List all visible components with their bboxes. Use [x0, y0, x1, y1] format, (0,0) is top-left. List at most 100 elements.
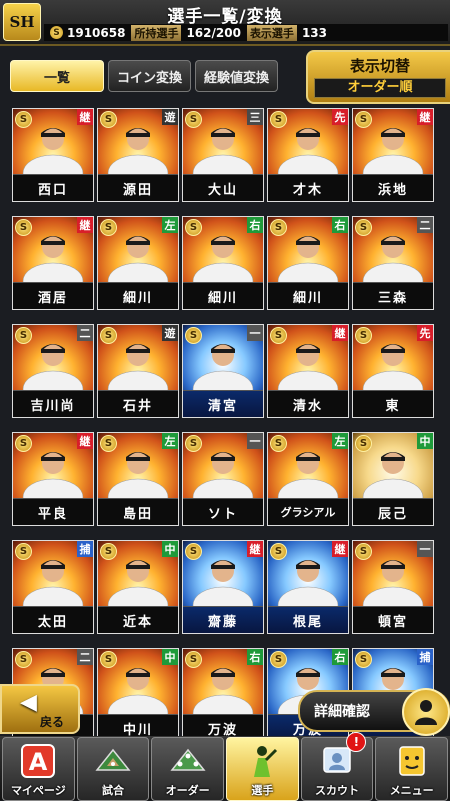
coin-count: 1910658 [67, 25, 126, 40]
coin-icon: S [100, 435, 117, 452]
position-badge: 一 [417, 541, 433, 557]
player-card[interactable]: S 継酒居 [12, 216, 94, 310]
player-name: 島田 [98, 498, 178, 525]
player-card[interactable]: S 左グラシアル [267, 432, 349, 526]
position-badge: 継 [332, 325, 348, 341]
tab-exp-convert[interactable]: 経験値変換 [195, 60, 279, 92]
nav-scout[interactable]: ! スカウト [300, 732, 374, 801]
player-name: 清水 [268, 390, 348, 417]
player-card[interactable]: S 左細川 [97, 216, 179, 310]
player-name: 頓宮 [353, 606, 433, 633]
player-card[interactable]: S 三大山 [182, 108, 264, 202]
player-name: 西口 [13, 174, 93, 201]
display-toggle-label: 表示切替 [349, 57, 410, 75]
player-card[interactable]: S 中中川 [97, 648, 179, 740]
nav-label: 試合 [102, 784, 124, 797]
position-badge: 右 [247, 217, 263, 233]
player-card[interactable]: S 左島田 [97, 432, 179, 526]
position-badge: 二 [77, 649, 93, 665]
position-badge: 継 [332, 541, 348, 557]
position-badge: 遊 [162, 325, 178, 341]
nav-label: オーダー [165, 784, 210, 797]
coin-icon: S [185, 543, 202, 560]
player-card[interactable]: S 二三森 [352, 216, 434, 310]
display-toggle-value: オーダー順 [314, 78, 446, 98]
position-badge: 遊 [162, 109, 178, 125]
coin-icon: S [355, 327, 372, 344]
player-card[interactable]: S右万波 [182, 648, 264, 740]
coin-icon: S [15, 111, 32, 128]
player-card[interactable]: S 継平良 [12, 432, 94, 526]
player-card[interactable]: S 継西口 [12, 108, 94, 202]
position-badge: 一 [247, 325, 263, 341]
coin-icon: S [355, 111, 372, 128]
nav-game[interactable]: 試合 [76, 737, 150, 801]
player-card[interactable]: S 一ソト [182, 432, 264, 526]
player-card[interactable]: S 右細川 [182, 216, 264, 310]
player-card[interactable]: S 先東 [352, 324, 434, 418]
nav-players[interactable]: 選手 [226, 737, 299, 801]
position-badge: 右 [332, 217, 348, 233]
header-bar: SH 選手一覧/変換 S 1910658 所持選手 162/200 表示選手 1… [0, 0, 450, 46]
coin-icon: S [100, 543, 117, 560]
letter-a-icon: A [21, 744, 56, 782]
player-name: 細川 [268, 282, 348, 309]
position-badge: 先 [417, 325, 433, 341]
player-name: 三森 [353, 282, 433, 309]
player-name: 細川 [98, 282, 178, 309]
player-card[interactable]: S 中辰己 [352, 432, 434, 526]
nav-label: 選手 [251, 784, 274, 797]
coin-icon: S [270, 327, 287, 344]
position-badge: 一 [247, 433, 263, 449]
player-name: 根尾 [268, 606, 348, 633]
position-badge: 左 [162, 433, 178, 449]
stadium-icon [93, 744, 133, 778]
player-card[interactable]: S 継清水 [267, 324, 349, 418]
player-card[interactable]: S 継浜地 [352, 108, 434, 202]
shown-players-label: 表示選手 [246, 24, 297, 41]
player-card[interactable]: S 先才木 [267, 108, 349, 202]
player-name: 大山 [183, 174, 263, 201]
player-card[interactable]: S 一清宮 [182, 324, 264, 418]
position-badge: 中 [162, 649, 178, 665]
coin-icon: S [185, 111, 202, 128]
player-name: 源田 [98, 174, 178, 201]
tab-coin-convert[interactable]: コイン変換 [108, 60, 192, 92]
player-icon [244, 744, 280, 782]
detail-check-label: 詳細確認 [314, 704, 370, 720]
coin-icon: S [355, 435, 372, 452]
player-card[interactable]: S 捕太田 [12, 540, 94, 634]
player-name: 石井 [98, 390, 178, 417]
coin-icon: S [100, 111, 117, 128]
player-card[interactable]: S 継根尾 [267, 540, 349, 634]
player-card[interactable]: S 継齋藤 [182, 540, 264, 634]
position-badge: 右 [332, 649, 348, 665]
player-name: 酒居 [13, 282, 93, 309]
position-badge: 継 [77, 433, 93, 449]
coin-icon: S [185, 435, 202, 452]
nav-order[interactable]: オーダー [151, 737, 225, 801]
coin-icon: S [15, 219, 32, 236]
coin-icon: S [15, 327, 32, 344]
coin-icon: S [270, 219, 287, 236]
back-button[interactable]: ◀ 戻る [0, 684, 80, 734]
position-badge: 左 [162, 217, 178, 233]
coin-icon: S [50, 26, 63, 39]
player-name: 東 [353, 390, 433, 417]
nav-menu[interactable]: メニュー [375, 737, 449, 801]
player-card[interactable]: S 中近本 [97, 540, 179, 634]
display-toggle-button[interactable]: 表示切替 オーダー順 [306, 50, 450, 104]
player-card[interactable]: S 一頓宮 [352, 540, 434, 634]
person-detail-icon [402, 688, 450, 736]
nav-mypage[interactable]: A マイページ [2, 737, 75, 801]
coin-icon: S [270, 651, 287, 668]
position-badge: 先 [332, 109, 348, 125]
position-badge: 二 [77, 325, 93, 341]
player-card[interactable]: S 二吉川尚 [12, 324, 94, 418]
position-badge: 継 [417, 109, 433, 125]
player-card[interactable]: S 遊石井 [97, 324, 179, 418]
detail-check-button[interactable]: 詳細確認 [298, 688, 450, 736]
tab-list[interactable]: 一覧 [10, 60, 104, 92]
player-card[interactable]: S 右細川 [267, 216, 349, 310]
player-card[interactable]: S 遊源田 [97, 108, 179, 202]
